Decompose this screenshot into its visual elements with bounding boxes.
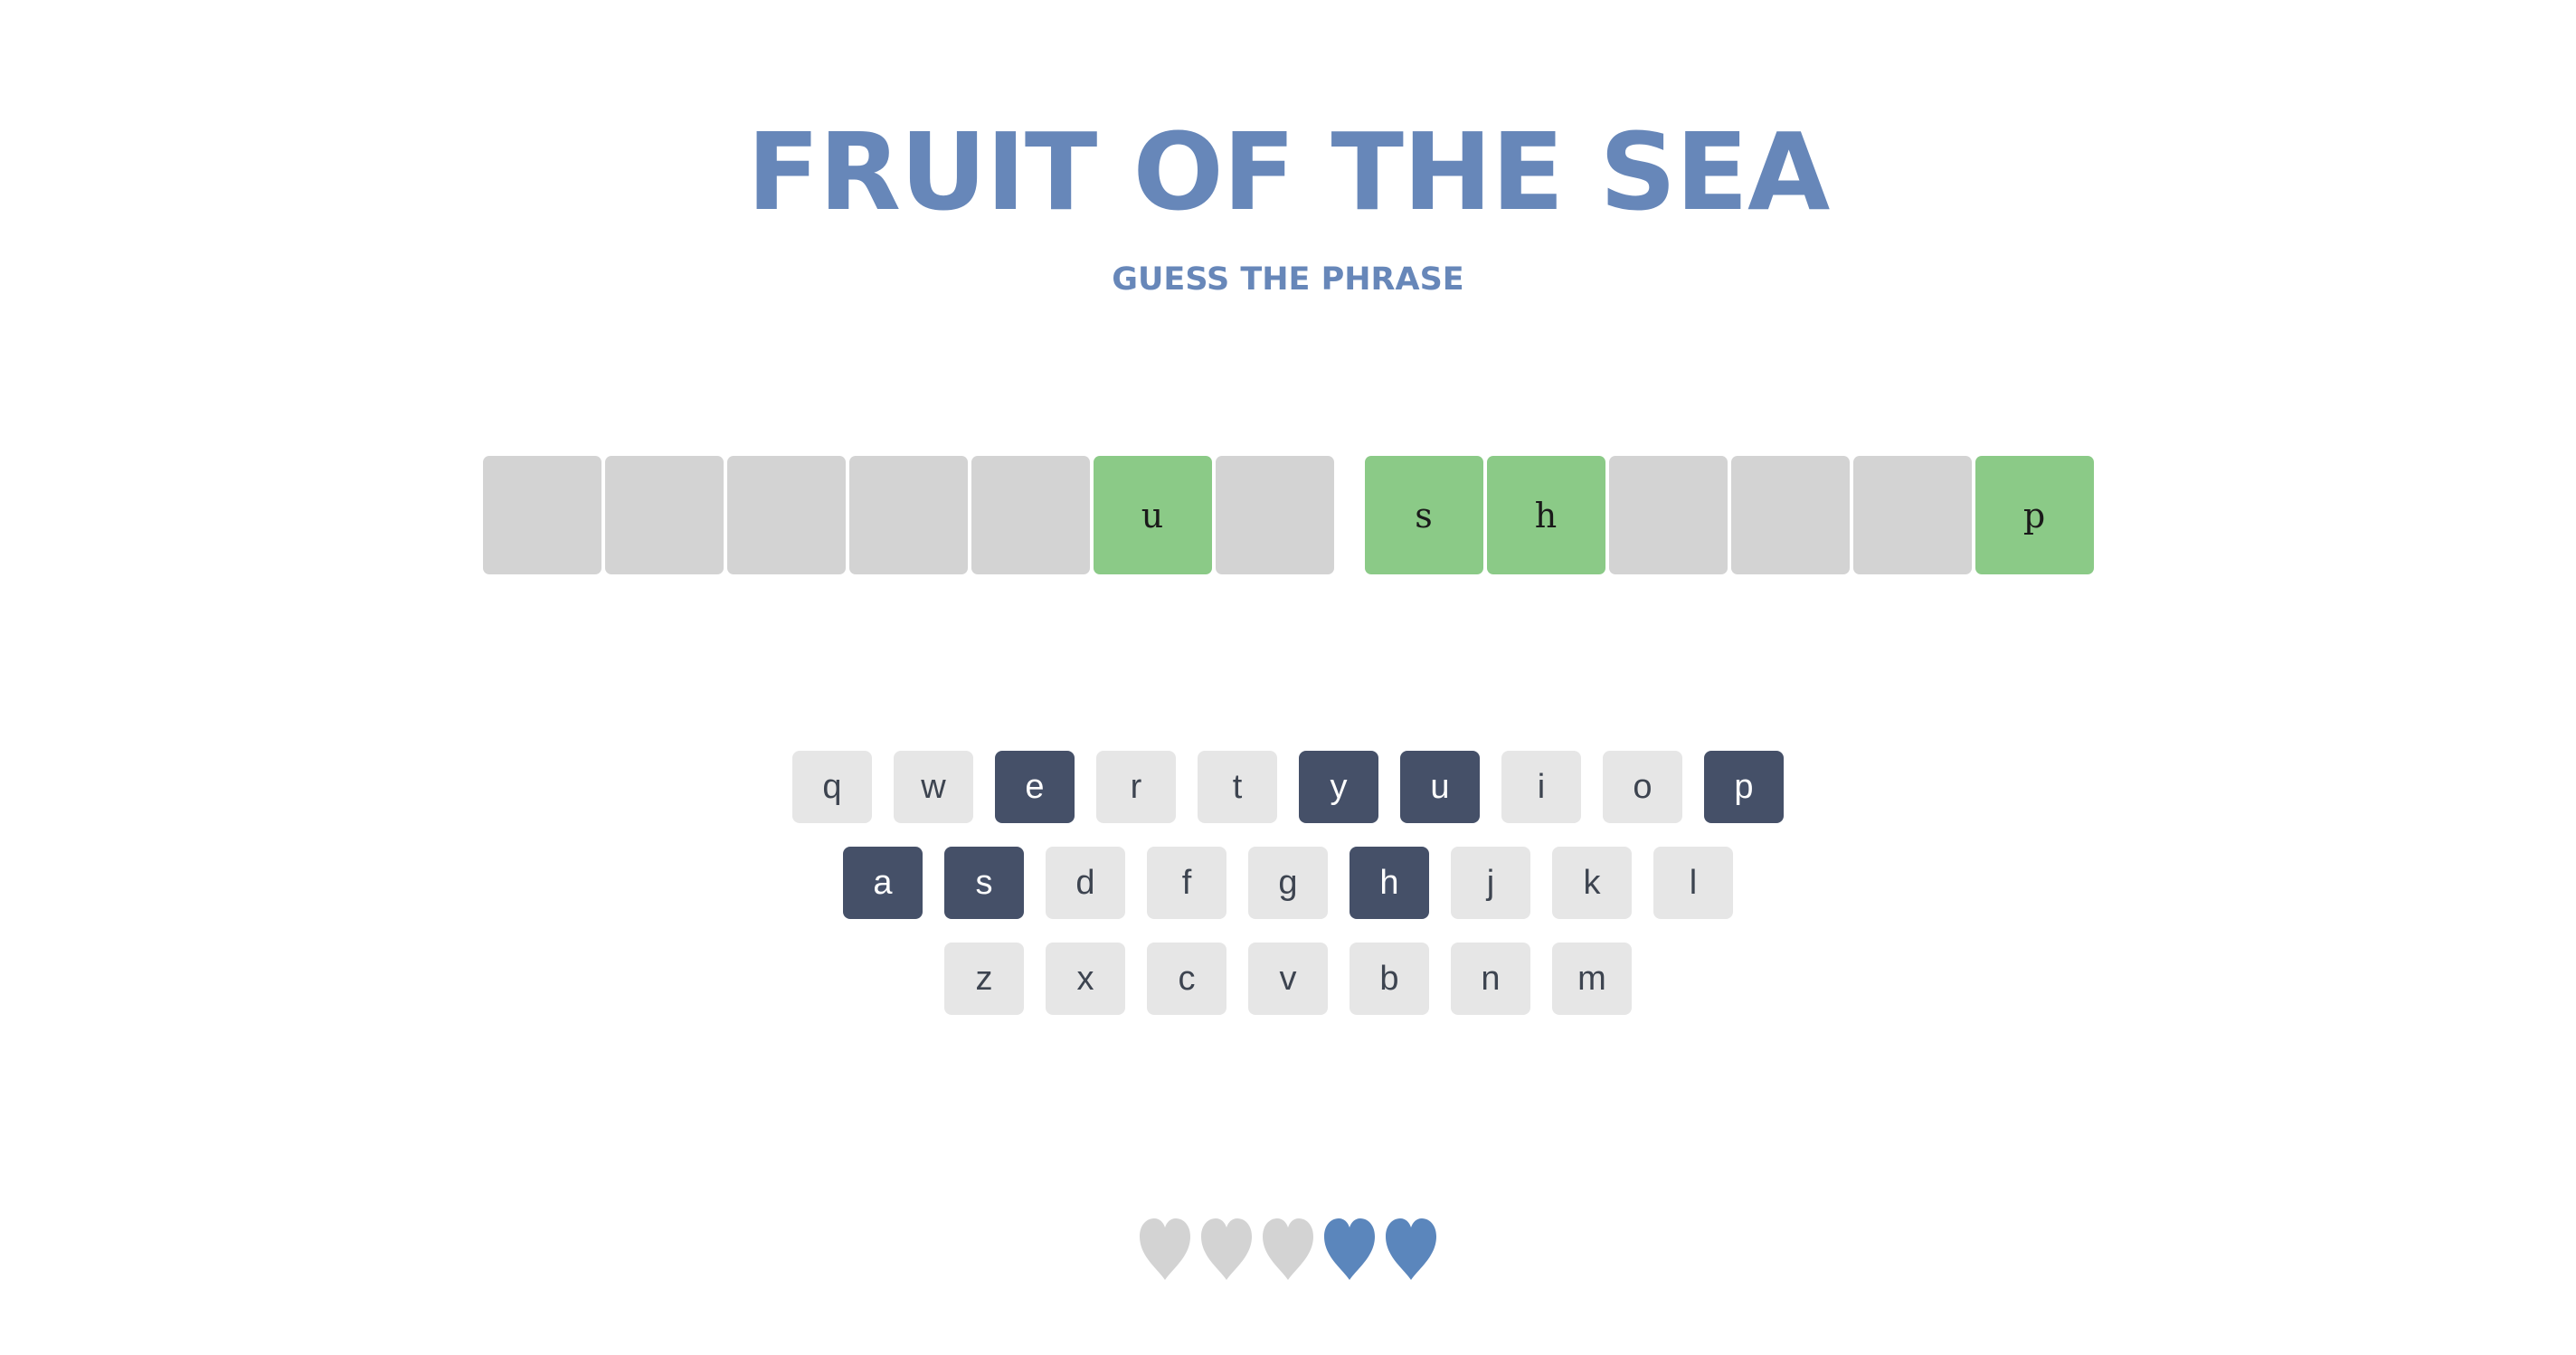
key-b[interactable]: b <box>1350 943 1429 1015</box>
heart-icon <box>1384 1217 1438 1282</box>
phrase-board: u sh p <box>0 456 2576 575</box>
keyboard-row: zxcvbnm <box>0 943 2576 1015</box>
key-r[interactable]: r <box>1096 751 1176 823</box>
key-a[interactable]: a <box>843 847 923 919</box>
key-k[interactable]: k <box>1552 847 1632 919</box>
game-title: FRUIT OF THE SEA <box>746 109 1831 234</box>
key-i[interactable]: i <box>1501 751 1581 823</box>
heart-icon <box>1322 1217 1377 1282</box>
key-p[interactable]: p <box>1704 751 1784 823</box>
keyboard-row: asdfghjkl <box>0 847 2576 919</box>
key-v[interactable]: v <box>1248 943 1328 1015</box>
key-z[interactable]: z <box>944 943 1024 1015</box>
key-l[interactable]: l <box>1653 847 1733 919</box>
key-f[interactable]: f <box>1147 847 1226 919</box>
game-subtitle: GUESS THE PHRASE <box>1112 261 1464 298</box>
key-u[interactable]: u <box>1400 751 1480 823</box>
heart-icon-lost <box>1261 1217 1315 1282</box>
key-y[interactable]: y <box>1299 751 1378 823</box>
game-header: FRUIT OF THE SEA GUESS THE PHRASE <box>0 99 2576 302</box>
letter-tile-hidden <box>482 456 601 574</box>
key-c[interactable]: c <box>1147 943 1226 1015</box>
heart-icon-lost <box>1199 1217 1254 1282</box>
key-s[interactable]: s <box>944 847 1024 919</box>
letter-keyboard: qwertyuiop asdfghjkl zxcvbnm <box>0 751 2576 1038</box>
key-t[interactable]: t <box>1198 751 1277 823</box>
keyboard-row: qwertyuiop <box>0 751 2576 823</box>
letter-tile-hidden <box>1215 456 1334 574</box>
key-d[interactable]: d <box>1046 847 1125 919</box>
key-x[interactable]: x <box>1046 943 1125 1015</box>
key-n[interactable]: n <box>1451 943 1530 1015</box>
key-m[interactable]: m <box>1552 943 1632 1015</box>
letter-tile-revealed: s <box>1364 456 1483 574</box>
key-o[interactable]: o <box>1603 751 1682 823</box>
letter-tile-revealed: u <box>1093 456 1212 574</box>
key-g[interactable]: g <box>1248 847 1328 919</box>
letter-tile-hidden <box>848 456 968 574</box>
letter-tile-hidden <box>1730 456 1850 574</box>
letter-tile-hidden <box>604 456 724 574</box>
key-w[interactable]: w <box>894 751 973 823</box>
letter-tile-hidden <box>1852 456 1972 574</box>
key-q[interactable]: q <box>792 751 872 823</box>
letter-tile-revealed: h <box>1486 456 1605 574</box>
letter-tile-revealed: p <box>1975 456 2094 574</box>
key-h[interactable]: h <box>1350 847 1429 919</box>
lives-indicator <box>0 1217 2576 1282</box>
key-e[interactable]: e <box>995 751 1075 823</box>
phrase-word: sh p <box>1364 456 2094 575</box>
letter-tile-hidden <box>726 456 846 574</box>
key-j[interactable]: j <box>1451 847 1530 919</box>
letter-tile-hidden <box>1608 456 1728 574</box>
heart-icon-lost <box>1138 1217 1192 1282</box>
letter-tile-hidden <box>971 456 1090 574</box>
phrase-word: u <box>482 456 1334 575</box>
